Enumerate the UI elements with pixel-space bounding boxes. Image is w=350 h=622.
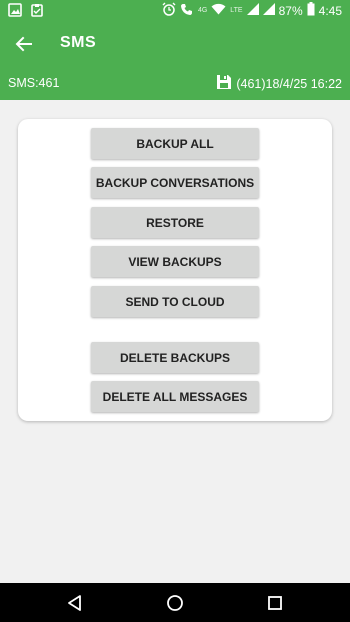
delete-all-messages-button[interactable]: DELETE ALL MESSAGES (91, 381, 259, 412)
page-title: SMS (60, 34, 97, 51)
signal-icon (246, 3, 259, 18)
backup-all-button[interactable]: BACKUP ALL (91, 128, 259, 159)
clipboard-icon (30, 3, 44, 22)
app-bar: SMS (0, 22, 350, 66)
wifi-call-icon (180, 2, 194, 19)
floppy-disk-icon (216, 74, 232, 93)
signal-icon-2 (262, 3, 275, 18)
delete-backups-button[interactable]: DELETE BACKUPS (91, 342, 259, 373)
backup-conversations-button[interactable]: BACKUP CONVERSATIONS (91, 167, 259, 198)
navigation-bar (0, 583, 350, 622)
restore-button[interactable]: RESTORE (91, 207, 259, 238)
recents-square-icon[interactable] (265, 593, 285, 613)
view-backups-button[interactable]: VIEW BACKUPS (91, 246, 259, 277)
clock: 4:45 (318, 3, 342, 18)
alarm-icon (162, 2, 176, 19)
battery-icon (307, 2, 315, 19)
last-backup-text: (461)18/4/25 16:22 (236, 76, 342, 91)
status-bar: 4G LTE 87% 4:45 (0, 0, 350, 22)
battery-percent: 87% (278, 3, 303, 18)
network-type: 4G (197, 7, 208, 14)
sms-count: SMS:461 (8, 76, 60, 90)
home-circle-icon[interactable] (165, 593, 185, 613)
back-arrow-icon[interactable] (12, 32, 36, 56)
send-to-cloud-button[interactable]: SEND TO CLOUD (91, 286, 259, 317)
wifi-icon (211, 3, 226, 18)
info-bar: SMS:461 (461)18/4/25 16:22 (0, 66, 350, 100)
image-icon (8, 3, 22, 22)
actions-card: BACKUP ALL BACKUP CONVERSATIONS RESTORE … (18, 119, 332, 421)
lte-label: LTE (230, 7, 243, 14)
last-backup-info: (461)18/4/25 16:22 (216, 74, 342, 93)
back-triangle-icon[interactable] (65, 593, 85, 613)
